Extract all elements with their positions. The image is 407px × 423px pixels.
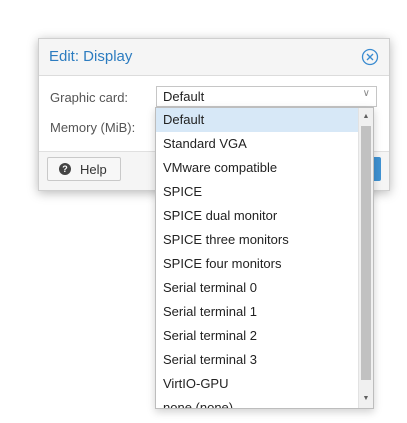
dropdown-option[interactable]: Serial terminal 2	[156, 324, 358, 348]
graphic-card-dropdown: Default Standard VGA VMware compatible S…	[155, 107, 374, 409]
dropdown-option[interactable]: SPICE	[156, 180, 358, 204]
memory-label: Memory (MiB):	[50, 120, 136, 135]
dropdown-option[interactable]: Default	[156, 108, 358, 132]
scroll-down-icon[interactable]: ▼	[359, 392, 373, 406]
graphic-card-select[interactable]: Default ∨	[156, 86, 377, 107]
dropdown-option[interactable]: Standard VGA	[156, 132, 358, 156]
dropdown-option[interactable]: SPICE dual monitor	[156, 204, 358, 228]
dropdown-option[interactable]: VirtIO-GPU	[156, 372, 358, 396]
dropdown-option[interactable]: VMware compatible	[156, 156, 358, 180]
dropdown-scrollbar[interactable]: ▲ ▼	[358, 108, 373, 408]
dialog-title: Edit: Display	[49, 48, 133, 65]
close-icon[interactable]	[361, 48, 379, 66]
chevron-down-icon[interactable]: ∨	[363, 88, 370, 99]
scroll-up-icon[interactable]: ▲	[359, 110, 373, 124]
dropdown-option[interactable]: Serial terminal 3	[156, 348, 358, 372]
question-circle-icon: ?	[59, 163, 71, 175]
dialog-header: Edit: Display	[39, 39, 389, 76]
dropdown-option[interactable]: none (none)	[156, 396, 358, 408]
dropdown-option[interactable]: SPICE four monitors	[156, 252, 358, 276]
dropdown-option[interactable]: SPICE three monitors	[156, 228, 358, 252]
help-button[interactable]: ? Help	[47, 157, 121, 181]
graphic-card-value: Default	[163, 89, 205, 104]
dropdown-list: Default Standard VGA VMware compatible S…	[156, 108, 358, 408]
scroll-thumb[interactable]	[361, 126, 371, 380]
dropdown-option[interactable]: Serial terminal 1	[156, 300, 358, 324]
dropdown-option[interactable]: Serial terminal 0	[156, 276, 358, 300]
graphic-card-label: Graphic card:	[50, 90, 129, 105]
help-button-label: Help	[80, 162, 107, 177]
